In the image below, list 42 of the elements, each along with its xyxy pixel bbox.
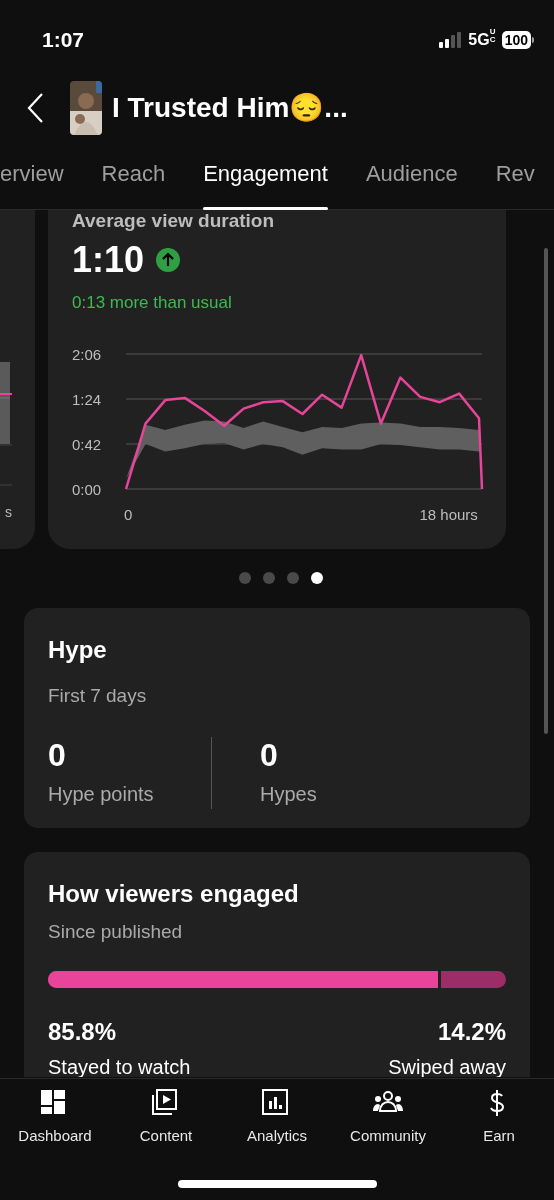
tab[interactable]: Engagement [203, 156, 328, 190]
card-subtitle: First 7 days [48, 684, 148, 708]
previous-card[interactable]: s [0, 210, 35, 549]
status-time: 1:07 [42, 27, 85, 54]
arrow-up-icon [156, 248, 181, 272]
stat-label: Swiped away [388, 1054, 506, 1077]
tab[interactable]: Audience [365, 156, 458, 190]
battery-icon: 100 [501, 31, 531, 49]
y-axis-label: 2:06 [72, 345, 102, 363]
y-axis-label: 0:00 [72, 480, 102, 498]
nav-tab[interactable]: Content [127, 1089, 205, 1148]
stat-value: 85.8% [48, 1016, 118, 1047]
card-title: Average view duration [72, 210, 276, 233]
comparison-text: 0:13 more than usual [72, 292, 233, 314]
back-icon[interactable] [26, 92, 44, 124]
nav-tab[interactable]: Analytics [238, 1089, 316, 1148]
nav-tab[interactable]: Dashboard [16, 1089, 94, 1148]
y-axis-label: 0:42 [72, 435, 102, 453]
stat-value: 14.2% [436, 1016, 506, 1047]
video-title: I Trusted Him😔... [112, 91, 348, 125]
stat-value: 0 [48, 736, 67, 773]
tab[interactable]: Reach [101, 156, 166, 190]
card-subtitle: Since published [48, 920, 184, 944]
signal-icon [439, 32, 464, 48]
x-axis-label: 0 [124, 505, 133, 523]
x-axis-label: 18 hours [419, 505, 478, 523]
nav-tab[interactable]: Community [349, 1089, 427, 1148]
axis-label: s [5, 503, 12, 522]
tab[interactable]: Rev [495, 156, 535, 190]
card-title: Hype [48, 635, 108, 665]
stat-label: Hype points [48, 781, 155, 807]
card-title: How viewers engaged [48, 879, 300, 909]
metric-value: 1:10 [72, 238, 145, 282]
stat-label: Hypes [260, 781, 318, 807]
stat-value: 0 [260, 736, 279, 773]
hype-card[interactable]: Hype First 7 days 0 Hype points 0 Hypes [24, 608, 530, 828]
y-axis-label: 1:24 [72, 390, 102, 408]
avd-card[interactable]: Average view duration 1:10 0:13 more than usual 0:00 0:42 1:24 2:06 0 18 hours [48, 210, 506, 549]
nav-tab[interactable]: Earn [460, 1089, 538, 1148]
engagement-card[interactable]: How viewers engaged Since published 85.8% Stayed to watch 14.2% Swiped away [24, 852, 530, 1077]
stat-label: Stayed to watch [48, 1054, 191, 1077]
tab[interactable]: erview [0, 156, 64, 190]
